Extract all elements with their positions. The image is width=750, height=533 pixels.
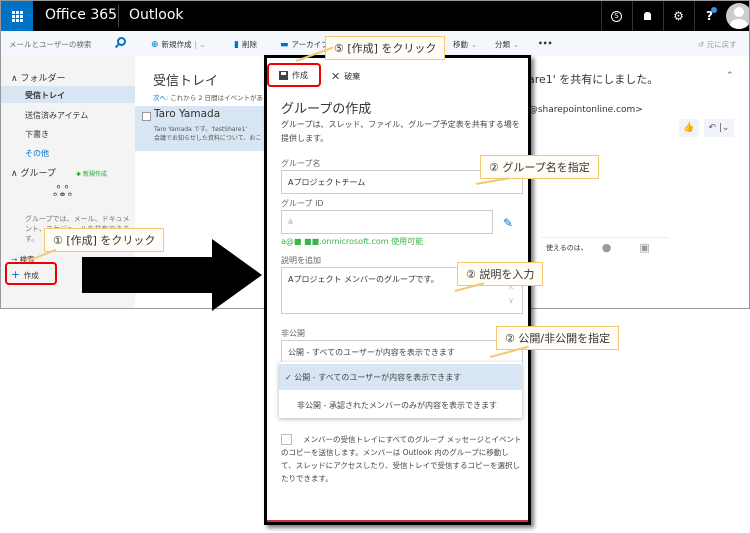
privacy-select[interactable]: 公開 - すべてのユーザーが内容を表示できます: [281, 340, 523, 363]
sidebar-item-sent[interactable]: 送信済みアイテム: [25, 110, 88, 121]
folders-header[interactable]: ∧ フォルダー: [11, 71, 65, 84]
move-button[interactable]: 移動 ⌄: [453, 39, 477, 50]
description-label: 説明を追加: [281, 256, 321, 265]
message-sender-address: ly@sharepointonline.com>: [521, 105, 643, 115]
app-launcher-button[interactable]: [1, 1, 33, 31]
callout-step2-desc: ② 説明を入力: [457, 262, 544, 286]
apps-label: 使えるのは、: [546, 243, 588, 252]
top-bar: Office 365 Outlook S ⚙ ?: [1, 1, 749, 31]
new-group-link[interactable]: ✱ 新規作成: [76, 169, 107, 178]
sidebar-item-more[interactable]: その他: [25, 148, 49, 159]
delete-label: 削除: [241, 40, 257, 49]
notification-dot: [711, 7, 717, 13]
create-highlight: [5, 262, 57, 285]
option-label: 公開 - すべてのユーザーが内容を表示できます: [294, 373, 462, 382]
help-button[interactable]: ?: [694, 1, 724, 31]
divider: [118, 5, 119, 27]
panel-bottom-border: [267, 520, 528, 522]
undo-button[interactable]: ↺ 元に戻す: [698, 39, 737, 50]
group-icon: ஃஃ: [53, 184, 72, 200]
create-group-panel: 作成 ✕ 破棄 グループの作成 グループは、スレッド、ファイル、グループ予定表を共…: [264, 55, 531, 525]
mobile-apps: 使えるのは、 ● ▣: [546, 241, 650, 254]
callout-step2-name: ② グループ名を指定: [480, 155, 599, 179]
groups-header-label: グループ: [20, 169, 56, 179]
search-input[interactable]: メールとユーザーの検索: [1, 31, 135, 56]
chevron-down-icon: ⌄: [513, 40, 520, 49]
chevron-down-icon: ∨: [508, 296, 514, 305]
callout-step1: ① [作成] をクリック: [44, 228, 165, 252]
collapse-icon[interactable]: ⌃: [726, 71, 734, 81]
gear-icon: ⚙: [673, 9, 684, 23]
privacy-dropdown: ✓ 公開 - すべてのユーザーが内容を表示できます 非公開 - 承認されたメンバ…: [279, 362, 522, 418]
privacy-option-public[interactable]: ✓ 公開 - すべてのユーザーが内容を表示できます: [279, 364, 522, 390]
sidebar-item-drafts[interactable]: 下書き: [25, 129, 49, 140]
list-title: 受信トレイ: [153, 74, 219, 89]
id-availability: a@■ ■■.onmicrosoft.com 使用可能: [281, 237, 424, 246]
privacy-option-private[interactable]: 非公開 - 承認されたメンバーのみが内容を表示できます: [279, 392, 522, 418]
group-name-label: グループ名: [281, 159, 321, 168]
archive-button[interactable]: ▬ アーカイブ: [280, 39, 329, 50]
skype-icon: S: [611, 10, 622, 22]
message-sender: Taro Yamada: [154, 108, 221, 120]
divider: [541, 237, 669, 238]
message-checkbox[interactable]: [142, 112, 151, 121]
search-icon[interactable]: [117, 37, 126, 46]
delete-button[interactable]: ▮ 削除: [234, 39, 257, 50]
new-button[interactable]: ⊕ 新規作成 | ⌄: [151, 39, 206, 50]
reply-all-icon: ↶ |⌄: [708, 123, 730, 133]
archive-label: アーカイブ: [291, 40, 329, 49]
subscribe-description: メンバーの受信トレイにすべてのグループ メッセージとイベントのコピーを送信します…: [281, 435, 522, 483]
skype-button[interactable]: S: [601, 1, 631, 31]
plus-icon: ✱: [76, 171, 83, 178]
preview-line-1: Taro Yamada です。'testShare1': [154, 126, 248, 133]
groups-header[interactable]: ∧ グループ: [11, 166, 56, 179]
discard-label: 破棄: [344, 72, 361, 81]
app-name[interactable]: Outlook: [129, 7, 184, 23]
panel-title: グループの作成: [281, 102, 372, 117]
next-label: 次へ:: [153, 94, 169, 102]
discard-button[interactable]: ✕ 破棄: [331, 70, 360, 83]
plus-circle-icon: ⊕: [151, 39, 159, 50]
new-label: 新規作成: [161, 40, 192, 49]
archive-icon: ▬: [280, 39, 289, 50]
new-group-label: 新規作成: [82, 171, 107, 178]
bell-icon: [644, 12, 651, 20]
folders-header-label: フォルダー: [20, 74, 66, 84]
undo-label: 元に戻す: [706, 40, 737, 49]
thumbs-up-icon: 👍: [683, 123, 695, 133]
sidebar-selected-row: [1, 86, 135, 103]
waffle-icon: [11, 10, 23, 22]
message-preview: Taro Yamada です。'testShare1' 会議でお知らせした資料につ…: [154, 125, 261, 143]
panel-description: グループは、スレッド、ファイル、グループ予定表を共有する場を提供します。: [281, 120, 520, 143]
sidebar-item-inbox[interactable]: 受信トレイ: [25, 90, 65, 101]
trash-icon: ▮: [234, 39, 239, 50]
chevron-down-icon: | ⌄: [194, 40, 206, 49]
group-id-label: グループ ID: [281, 199, 324, 208]
reply-button[interactable]: ↶ |⌄: [704, 119, 734, 137]
notifications-button[interactable]: [632, 1, 662, 31]
group-id-input[interactable]: a: [281, 210, 493, 234]
settings-button[interactable]: ⚙: [663, 1, 693, 31]
categorize-label: 分類: [495, 40, 510, 49]
like-button[interactable]: 👍: [679, 119, 699, 137]
more-button[interactable]: •••: [538, 39, 552, 48]
privacy-label: 非公開: [281, 329, 305, 338]
close-icon: ✕: [331, 70, 341, 83]
move-label: 移動: [453, 40, 468, 49]
preview-line-2: 会議でお知らせした資料について、おこ: [154, 135, 262, 142]
android-icon[interactable]: ●: [602, 241, 612, 254]
message-subject: hare1' を共有にしました。: [521, 73, 659, 86]
categorize-button[interactable]: 分類 ⌄: [495, 39, 519, 50]
callout-step2-privacy: ② 公開/非公開を指定: [496, 326, 620, 350]
avatar[interactable]: [726, 3, 749, 29]
brand-name[interactable]: Office 365: [45, 7, 117, 23]
chevron-down-icon: ⌄: [471, 40, 478, 49]
callout-step5: ⑤ [作成] をクリック: [325, 36, 446, 60]
undo-icon: ↺: [698, 40, 707, 49]
save-highlight: [267, 63, 321, 87]
checkmark-icon: ✓: [285, 373, 295, 382]
windows-store-icon[interactable]: ▣: [639, 241, 649, 254]
edit-pencil-icon[interactable]: ✎: [503, 216, 513, 230]
